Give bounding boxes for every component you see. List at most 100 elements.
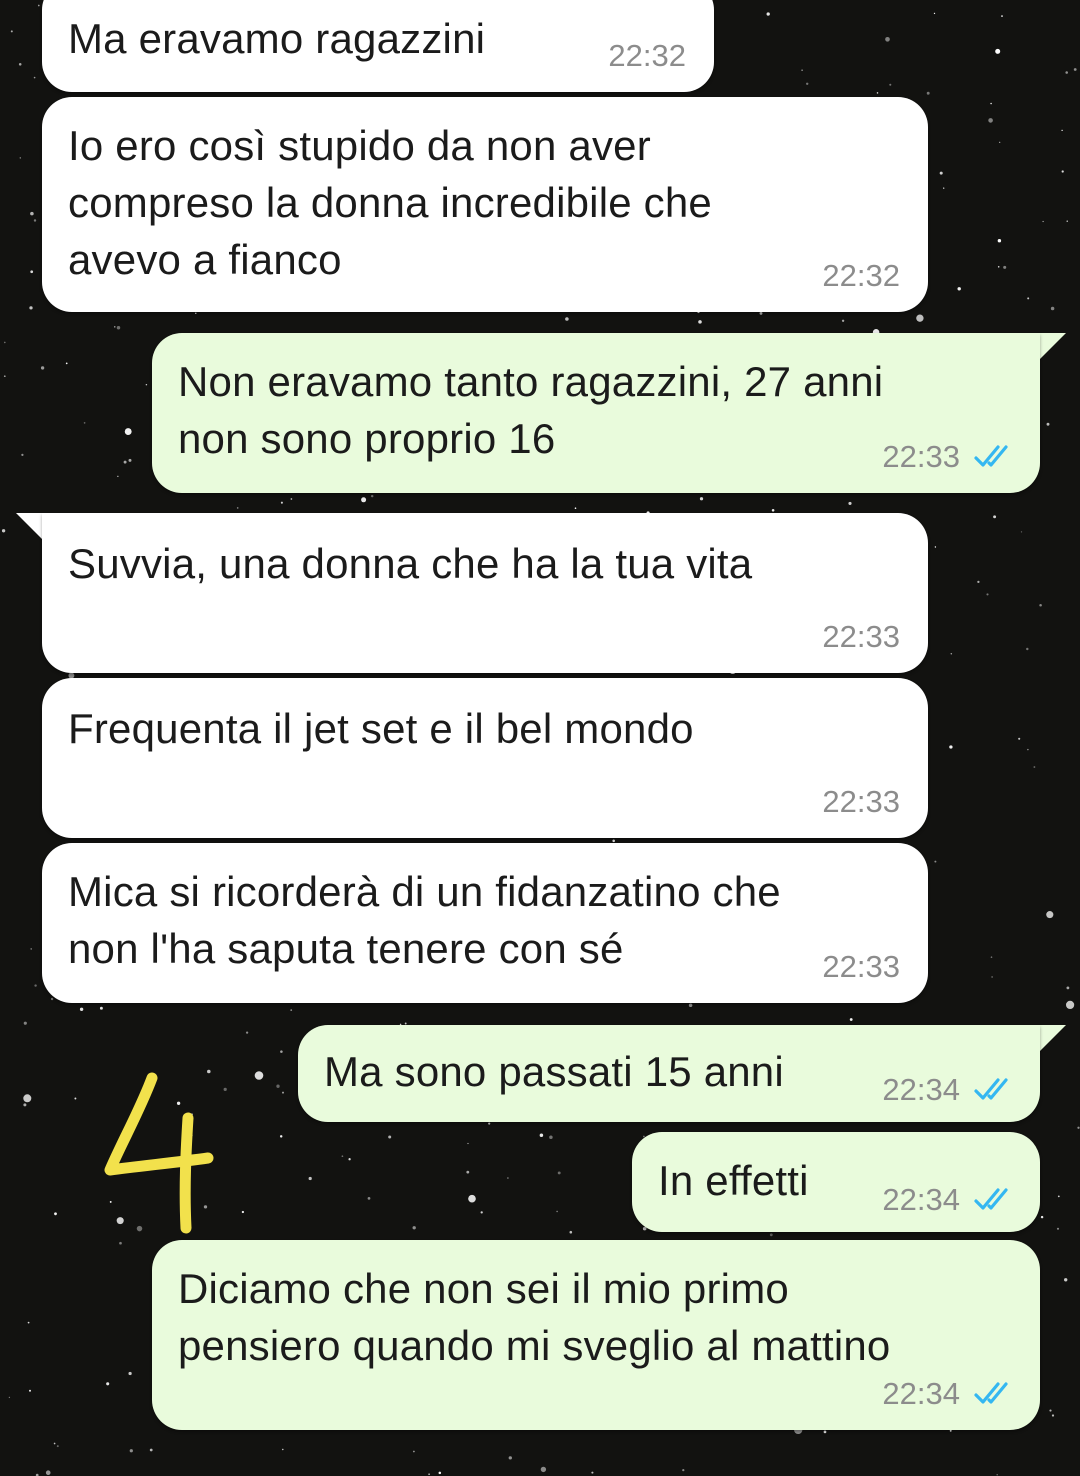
star — [823, 1430, 827, 1434]
star — [488, 1122, 491, 1125]
message-text: Frequenta il jet set e il bel mondo — [68, 705, 694, 752]
message-timestamp: 22:34 — [882, 1376, 960, 1411]
star — [1042, 220, 1044, 223]
star — [926, 91, 930, 95]
star — [990, 102, 992, 105]
star — [876, 92, 879, 94]
star — [949, 745, 953, 749]
message-bubble-outgoing[interactable]: Diciamo che non sei il mio primo pensier… — [152, 1240, 1040, 1430]
handwritten-number-text: 4 — [100, 1070, 101, 1071]
star — [549, 1135, 553, 1140]
star — [241, 1210, 245, 1214]
star — [916, 314, 924, 322]
star — [128, 1371, 132, 1376]
star — [1066, 986, 1070, 990]
star — [841, 319, 845, 322]
star — [428, 1473, 430, 1476]
message-text: Non eravamo tanto ragazzini, 27 anni non… — [178, 358, 884, 462]
star — [997, 266, 1000, 268]
star — [45, 1470, 51, 1476]
message-timestamp: 22:33 — [822, 784, 900, 819]
star — [29, 1389, 31, 1392]
star — [1064, 1278, 1068, 1282]
star — [53, 1442, 56, 1445]
star — [116, 326, 121, 330]
star — [18, 63, 22, 66]
star — [290, 498, 293, 500]
star — [367, 1197, 371, 1200]
star — [957, 287, 961, 291]
star — [33, 76, 36, 79]
star — [1026, 647, 1029, 651]
star — [1065, 71, 1068, 74]
star — [145, 383, 148, 386]
message-bubble-incoming[interactable]: Suvvia, una donna che ha la tua vita 22:… — [42, 513, 928, 673]
message-timestamp: 22:34 — [882, 1182, 960, 1217]
star — [361, 497, 367, 503]
message-text: Diciamo che non sei il mio primo pensier… — [178, 1265, 891, 1369]
message-bubble-outgoing[interactable]: Non eravamo tanto ragazzini, 27 anni non… — [152, 333, 1040, 493]
star — [557, 1171, 561, 1175]
star — [33, 219, 37, 222]
message-bubble-incoming[interactable]: Ma eravamo ragazzini 22:32 — [42, 0, 714, 92]
star — [1, 529, 6, 533]
star — [1051, 1414, 1055, 1417]
star — [682, 1468, 685, 1472]
star — [282, 1091, 284, 1094]
message-bubble-outgoing[interactable]: In effetti 22:34 — [632, 1132, 1040, 1232]
star — [119, 1241, 122, 1245]
star — [83, 422, 86, 424]
message-bubble-outgoing[interactable]: Ma sono passati 15 anni 22:34 — [298, 1025, 1040, 1122]
star — [574, 507, 577, 509]
star — [282, 1448, 284, 1451]
message-text: Ma eravamo ragazzini — [68, 15, 486, 62]
star — [4, 341, 6, 344]
star — [849, 1018, 853, 1021]
star — [412, 1226, 416, 1230]
star — [943, 187, 945, 189]
star — [54, 1212, 57, 1216]
star — [106, 1382, 110, 1386]
star — [8, 1396, 11, 1399]
star — [413, 1450, 415, 1453]
star — [279, 1135, 283, 1138]
star — [848, 501, 852, 505]
star — [30, 270, 34, 274]
star — [19, 157, 21, 159]
star — [766, 12, 770, 16]
star — [1003, 265, 1007, 269]
star — [1040, 1215, 1044, 1219]
star — [370, 494, 374, 498]
star — [1046, 422, 1050, 426]
star — [1027, 748, 1029, 751]
star — [771, 509, 775, 512]
message-timestamp: 22:33 — [822, 619, 900, 654]
star — [123, 460, 127, 464]
star — [769, 1233, 773, 1237]
message-text: In effetti — [658, 1157, 809, 1204]
star — [34, 984, 37, 987]
star — [990, 956, 993, 958]
star — [934, 860, 937, 863]
star — [1049, 1409, 1052, 1412]
star — [124, 428, 132, 436]
message-bubble-incoming[interactable]: Mica si ricorderà di un fidanzatino che … — [42, 843, 928, 1003]
star — [699, 497, 704, 501]
star — [1077, 1126, 1080, 1129]
star — [1065, 1000, 1075, 1010]
star — [995, 48, 1001, 54]
star — [801, 69, 803, 72]
star — [991, 976, 993, 978]
double-check-icon — [974, 1188, 1008, 1210]
star — [999, 141, 1001, 143]
message-bubble-incoming[interactable]: Io ero così stupido da non aver compreso… — [42, 97, 928, 312]
star — [885, 36, 890, 42]
star — [1033, 766, 1036, 768]
message-timestamp: 22:34 — [882, 1072, 960, 1107]
star — [1046, 911, 1054, 919]
star — [129, 1449, 133, 1453]
message-bubble-incoming[interactable]: Frequenta il jet set e il bel mondo 22:3… — [42, 678, 928, 838]
star — [245, 1031, 249, 1034]
star — [37, 4, 40, 7]
star — [1027, 297, 1030, 300]
